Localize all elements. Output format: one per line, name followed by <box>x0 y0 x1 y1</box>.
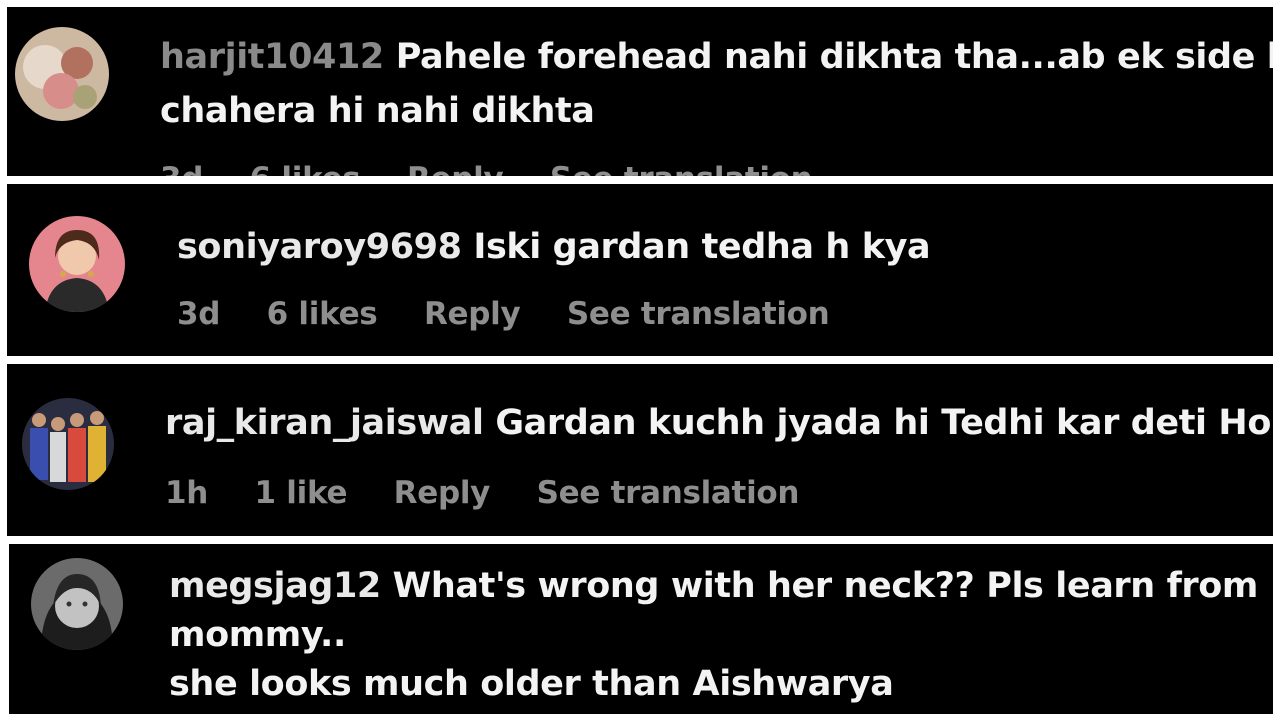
see-translation-button[interactable]: See translation <box>567 296 830 332</box>
reply-button[interactable]: Reply <box>394 475 491 511</box>
reply-button[interactable]: Reply <box>424 296 521 332</box>
comment-card-2: soniyaroy9698 Iski gardan tedha h kya 3d… <box>7 184 1273 356</box>
comment-card-4: megsjag12 What's wrong with her neck?? P… <box>9 544 1273 714</box>
username-link[interactable]: soniyaroy9698 <box>177 227 462 267</box>
user-avatar-photo-icon <box>22 398 114 490</box>
username-link[interactable]: harjit10412 <box>160 37 384 77</box>
comment-body-line-1: Pahele forehead nahi dikhta tha...ab ek … <box>395 37 1273 77</box>
comment-body-line-1: Gardan kuchh jyada hi Tedhi kar deti Ho <box>495 403 1271 443</box>
comment-body-line-1: Iski gardan tedha h kya <box>473 227 931 267</box>
comment-text: megsjag12 What's wrong with her neck?? P… <box>169 560 1258 612</box>
user-avatar-photo-icon <box>15 27 109 121</box>
avatar[interactable] <box>31 558 123 650</box>
avatar[interactable] <box>15 27 109 121</box>
timestamp: 3d <box>177 296 221 332</box>
user-avatar-photo-icon <box>31 558 123 650</box>
username-link[interactable]: raj_kiran_jaiswal <box>165 403 484 443</box>
more-options-button[interactable]: ... <box>859 161 894 176</box>
timestamp: 1h <box>165 475 209 511</box>
comment-body-line-2: mommy.. <box>169 615 346 655</box>
comment-card-1: harjit10412 Pahele forehead nahi dikhta … <box>7 7 1273 176</box>
user-avatar-photo-icon <box>29 216 125 312</box>
comment-body-line-1: What's wrong with her neck?? Pls learn f… <box>392 566 1259 606</box>
see-translation-button[interactable]: See translation <box>537 475 800 511</box>
username-link[interactable]: megsjag12 <box>169 566 381 606</box>
avatar[interactable] <box>29 216 125 312</box>
avatar[interactable] <box>22 398 114 490</box>
comment-card-3: raj_kiran_jaiswal Gardan kuchh jyada hi … <box>7 364 1273 536</box>
likes-count[interactable]: 1 like <box>255 475 348 511</box>
comment-body-line-3: she looks much older than Aishwarya <box>169 664 894 704</box>
comment-text: raj_kiran_jaiswal Gardan kuchh jyada hi … <box>165 397 1271 449</box>
reply-button[interactable]: Reply <box>407 161 504 176</box>
timestamp: 3d <box>160 161 203 176</box>
likes-count[interactable]: 6 likes <box>250 161 361 176</box>
comment-text: harjit10412 Pahele forehead nahi dikhta … <box>160 31 1273 83</box>
comment-text: soniyaroy9698 Iski gardan tedha h kya <box>177 221 931 273</box>
comment-meta: 3d 6 likes Reply See translation ... <box>160 161 929 176</box>
comment-meta: 3d 6 likes Reply See translation <box>177 296 865 332</box>
likes-count[interactable]: 6 likes <box>267 296 378 332</box>
comment-body-line-2: chahera hi nahi dikhta <box>160 91 595 131</box>
see-translation-button[interactable]: See translation <box>550 161 813 176</box>
comment-meta: 1h 1 like Reply See translation <box>165 475 835 511</box>
